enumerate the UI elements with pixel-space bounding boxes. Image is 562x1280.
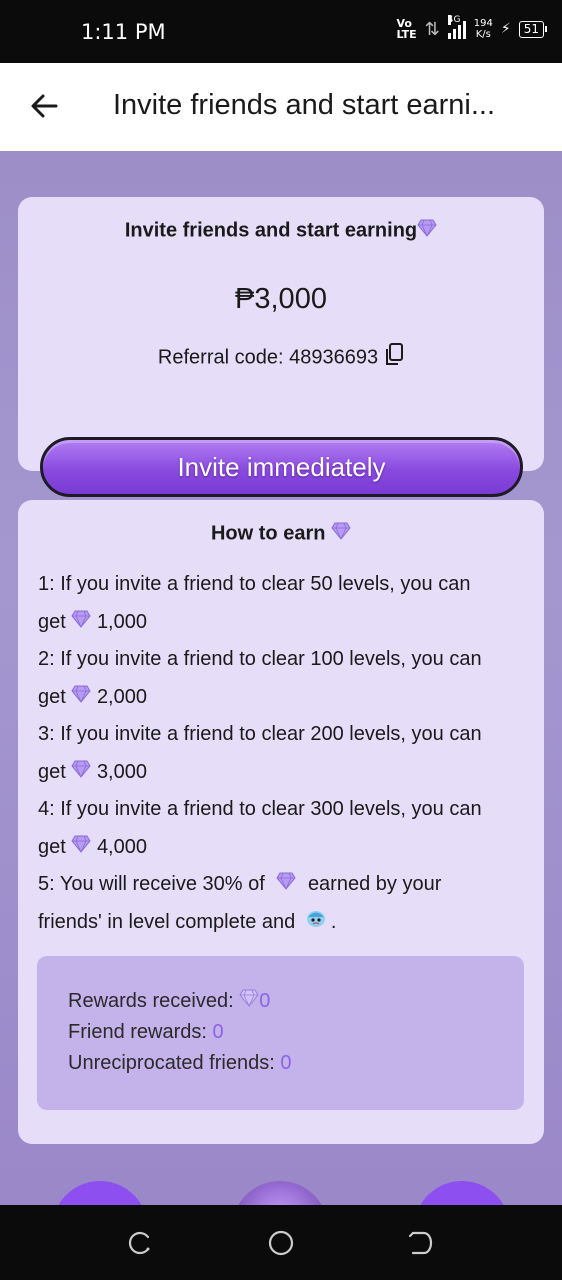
earning-rules: 1: If you invite a friend to clear 50 le… (38, 566, 528, 941)
unreciprocated-friends: Unreciprocated friends: 0 (68, 1052, 292, 1075)
volte-indicator: Vo LTE (396, 17, 417, 41)
gem-icon (71, 604, 91, 642)
invite-card: Invite friends and start earning ₱3,000 … (18, 197, 544, 497)
friend-rewards: Friend rewards: 0 (68, 1021, 224, 1044)
status-bar: 1:11 PM Vo LTE ⇅ 4G 194 K/s ⚡ 51 (0, 0, 562, 63)
bottom-nav-center-button[interactable] (232, 1181, 328, 1205)
gem-icon (239, 986, 259, 1017)
character-face-icon (305, 904, 327, 942)
app-header: Invite friends and start earni... (0, 63, 562, 151)
rewards-summary: Rewards received: 0 Friend rewards: 0 Un… (37, 956, 524, 1110)
bottom-nav-left-button[interactable] (52, 1181, 148, 1205)
gem-icon (71, 829, 91, 867)
home-icon[interactable] (267, 1229, 295, 1257)
invite-title: Invite friends and start earning (18, 219, 544, 243)
system-nav-bar (0, 1205, 562, 1280)
page-title: Invite friends and start earni... (113, 89, 496, 121)
rule-line: get 3,000 (38, 754, 528, 792)
gem-icon (331, 522, 351, 546)
rule-line: 5: You will receive 30% of earned by you… (38, 866, 528, 904)
battery-icon: 51 (518, 20, 548, 38)
rule-line: 2: If you invite a friend to clear 100 l… (38, 648, 482, 671)
rule-line: 1: If you invite a friend to clear 50 le… (38, 573, 471, 595)
gem-icon (71, 679, 91, 717)
back-icon[interactable] (407, 1229, 435, 1257)
status-time: 1:11 PM (81, 20, 166, 44)
referral-code: Referral code: 48936693 (18, 343, 544, 373)
how-to-earn-card: How to earn 1: If you invite a friend to… (18, 500, 544, 1144)
status-icons: Vo LTE ⇅ 4G 194 K/s ⚡ 51 (396, 15, 548, 41)
signal-strength-icon: 4G (447, 15, 466, 39)
rule-line: get 4,000 (38, 829, 528, 867)
rule-line: get 1,000 (38, 604, 528, 642)
rule-line: 4: If you invite a friend to clear 300 l… (38, 798, 482, 821)
rewards-received: Rewards received: 0 (68, 986, 291, 1017)
main-content: Invite friends and start earning ₱3,000 … (0, 151, 562, 1205)
bottom-nav-right-button[interactable] (414, 1181, 510, 1205)
data-arrows-icon: ⇅ (424, 18, 440, 40)
gem-icon (71, 754, 91, 792)
rule-line: get 2,000 (38, 679, 528, 717)
rule-line: friends' in level complete and . (38, 904, 528, 942)
how-to-earn-title: How to earn (18, 522, 544, 546)
charging-icon: ⚡ (500, 21, 511, 37)
reward-amount: ₱3,000 (235, 283, 327, 315)
recents-icon[interactable] (126, 1229, 154, 1257)
back-arrow-icon[interactable] (28, 89, 62, 123)
invite-immediately-button[interactable]: Invite immediately (40, 437, 523, 497)
gem-icon (417, 219, 437, 243)
rule-line: 3: If you invite a friend to clear 200 l… (38, 723, 482, 746)
network-speed: 194 K/s (473, 18, 493, 40)
copy-icon[interactable] (384, 343, 404, 373)
gem-icon (276, 866, 296, 904)
